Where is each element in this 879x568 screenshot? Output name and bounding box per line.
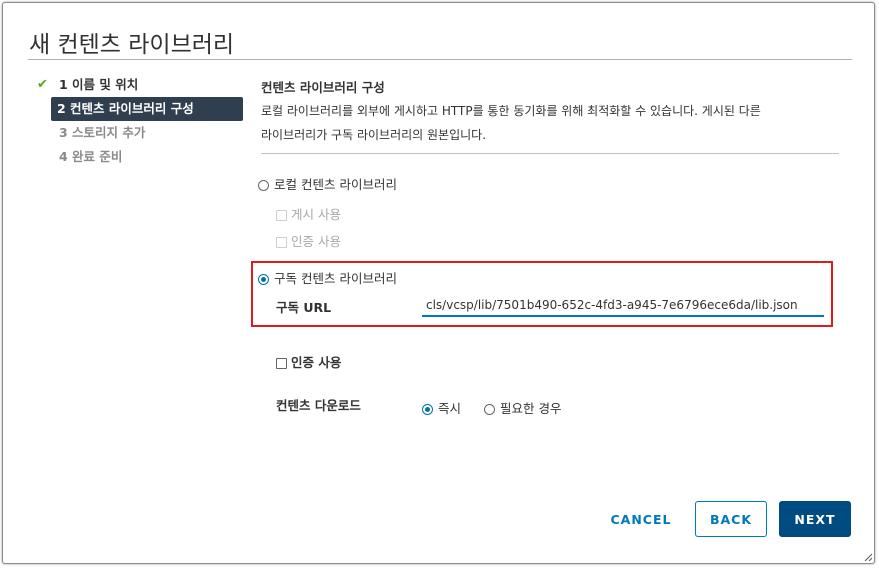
step-label: 1 이름 및 위치 — [59, 77, 139, 92]
wizard-steps: ✔ 1 이름 및 위치 2 컨텐츠 라이브러리 구성 3 스토리지 추가 4 완… — [35, 73, 243, 169]
download-when-needed-radio[interactable] — [484, 404, 495, 415]
local-auth-option: 인증 사용 — [276, 231, 341, 250]
step-configure-library[interactable]: 2 컨텐츠 라이브러리 구성 — [51, 97, 243, 121]
back-button[interactable]: BACK — [695, 501, 767, 537]
content-divider — [261, 153, 839, 154]
subscribed-auth-label: 인증 사용 — [291, 355, 342, 370]
local-library-radio-option[interactable]: 로컬 컨텐츠 라이브러리 — [258, 174, 397, 193]
checkmark-icon: ✔ — [37, 77, 48, 92]
subscription-url-input[interactable] — [422, 295, 824, 317]
download-immediately-radio[interactable] — [422, 404, 433, 415]
local-auth-checkbox — [276, 237, 287, 248]
step-add-storage: 3 스토리지 추가 — [35, 121, 243, 145]
enable-publishing-checkbox — [276, 210, 287, 221]
enable-publishing-label: 게시 사용 — [291, 207, 341, 222]
download-immediately-option[interactable]: 즉시 — [422, 398, 461, 417]
cancel-button[interactable]: CANCEL — [605, 501, 677, 537]
dialog-title: 새 컨텐츠 라이브러리 — [29, 32, 235, 58]
resize-handle-icon[interactable] — [864, 553, 873, 562]
download-when-needed-option[interactable]: 필요한 경우 — [484, 398, 561, 417]
download-content-label: 컨텐츠 다운로드 — [276, 398, 361, 413]
subscribed-library-label: 구독 컨텐츠 라이브러리 — [274, 271, 397, 286]
subscribed-library-radio-option[interactable]: 구독 컨텐츠 라이브러리 — [258, 268, 397, 287]
section-title: 컨텐츠 라이브러리 구성 — [261, 80, 385, 95]
download-immediately-label: 즉시 — [438, 401, 462, 416]
step-label: 2 컨텐츠 라이브러리 구성 — [57, 101, 194, 116]
download-when-needed-label: 필요한 경우 — [500, 401, 562, 416]
subscribed-auth-checkbox[interactable] — [276, 358, 287, 369]
next-button[interactable]: NEXT — [779, 501, 851, 537]
description-line-1: 로컬 라이브러리를 외부에 게시하고 HTTP를 통한 동기화를 위해 최적화할… — [261, 104, 761, 118]
title-divider — [28, 59, 852, 60]
description-line-2: 라이브러리가 구독 라이브러리의 원본입니다. — [261, 128, 487, 142]
subscribed-library-radio[interactable] — [258, 274, 269, 285]
subscribed-auth-option[interactable]: 인증 사용 — [276, 352, 341, 371]
step-content: 컨텐츠 라이브러리 구성 로컬 라이브러리를 외부에 게시하고 HTTP를 통한… — [261, 73, 841, 154]
step-label: 4 완료 준비 — [59, 149, 123, 164]
local-library-radio[interactable] — [258, 180, 269, 191]
step-name-location[interactable]: ✔ 1 이름 및 위치 — [35, 73, 243, 97]
local-auth-label: 인증 사용 — [291, 234, 341, 249]
step-label: 3 스토리지 추가 — [59, 125, 146, 140]
enable-publishing-option: 게시 사용 — [276, 204, 341, 223]
subscription-url-label: 구독 URL — [276, 300, 332, 315]
local-library-label: 로컬 컨텐츠 라이브러리 — [274, 177, 397, 192]
step-ready-complete: 4 완료 준비 — [35, 145, 243, 169]
section-description: 로컬 라이브러리를 외부에 게시하고 HTTP를 통한 동기화를 위해 최적화할… — [261, 99, 841, 147]
